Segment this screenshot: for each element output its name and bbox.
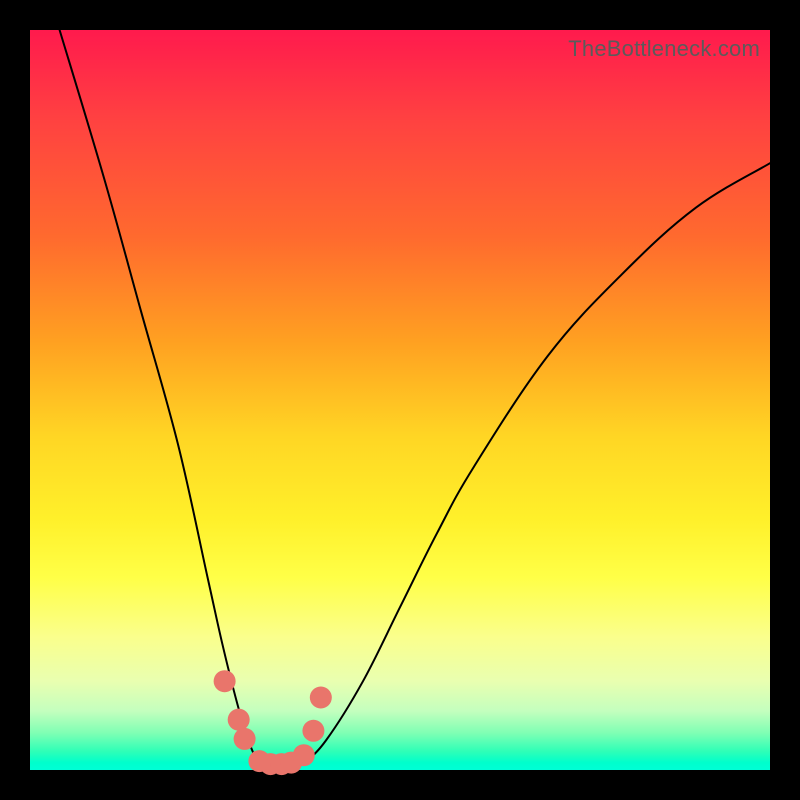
plot-area: TheBottleneck.com — [30, 30, 770, 770]
highlight-dot — [310, 686, 332, 708]
highlight-dots — [214, 670, 332, 775]
highlight-dot — [302, 720, 324, 742]
highlight-dot — [293, 744, 315, 766]
chart-svg — [30, 30, 770, 770]
bottleneck-curve — [60, 30, 770, 771]
highlight-dot — [234, 728, 256, 750]
highlight-dot — [214, 670, 236, 692]
highlight-dot — [228, 709, 250, 731]
chart-frame: TheBottleneck.com — [0, 0, 800, 800]
